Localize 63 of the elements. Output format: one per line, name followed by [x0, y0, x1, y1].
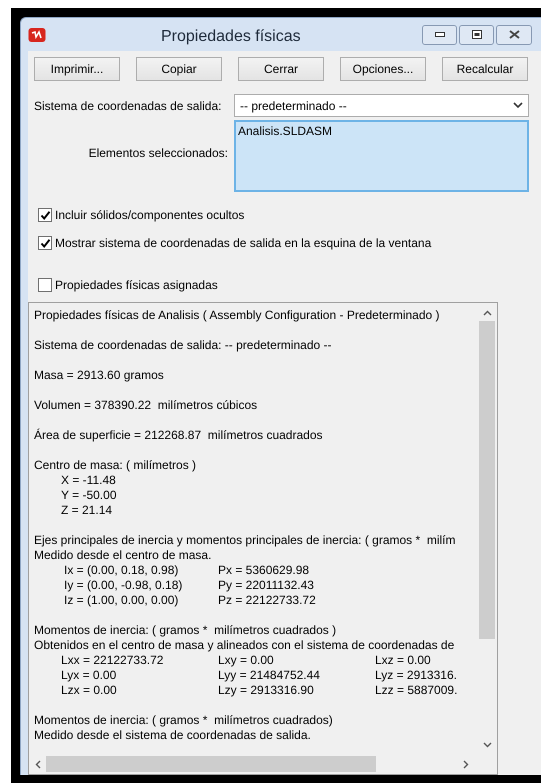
chevron-down-icon: [482, 742, 492, 748]
result-line: Masa = 2913.60 gramos: [34, 368, 165, 383]
checkmark-icon: [40, 238, 50, 248]
result-value: Z = 21.14: [61, 503, 114, 518]
result-value: Px = 5360629.98: [218, 563, 310, 578]
result-line: Momentos de inercia: ( gramos * milímetros cuadrados): [34, 713, 334, 728]
result-value: Lyx = 0.00: [61, 668, 118, 683]
result-value: Lzz = 5887009.: [375, 683, 458, 698]
result-value: Iy = (0.00, -0.98, 0.18): [64, 578, 184, 593]
scrollbar-thumb[interactable]: [46, 756, 376, 772]
field-label: Sistema de coordenadas de salida:: [34, 98, 222, 114]
result-value: Lyz = 2913316.: [375, 668, 458, 683]
result-value: Y = -50.00: [61, 488, 118, 503]
dialog-button[interactable]: Cerrar: [238, 57, 324, 81]
result-value: Lyy = 21484752.44: [218, 668, 321, 683]
result-line: Momentos de inercia: ( gramos * milímetros cuadrados ): [34, 623, 338, 638]
checkbox-label[interactable]: Incluir sólidos/componentes ocultos: [55, 206, 244, 224]
dialog-button[interactable]: Imprimir...: [34, 57, 120, 81]
restore-icon: [472, 30, 482, 39]
selected-items-list[interactable]: Analisis.SLDASM: [234, 120, 529, 192]
checkbox-label[interactable]: Propiedades físicas asignadas: [55, 276, 218, 294]
checkbox-label[interactable]: Mostrar sistema de coordenadas de salida en la esquina de la ventana: [55, 234, 432, 252]
result-line: Medido desde el sistema de coordenadas de salida.: [34, 728, 312, 743]
result-value: Py = 22011132.43: [218, 578, 314, 593]
result-line: Centro de masa: ( milímetros ): [34, 458, 198, 473]
scrollbar-thumb[interactable]: [479, 321, 495, 639]
result-value: X = -11.48: [61, 473, 117, 488]
result-value: Ix = (0.00, 0.18, 0.98): [64, 563, 180, 578]
result-line: Propiedades físicas de Analisis ( Assembly Configuration - Predeterminado ): [34, 308, 441, 323]
result-line: Área de superficie = 212268.87 milímetros cuadrados: [34, 428, 324, 443]
minimize-icon: [434, 32, 444, 37]
chevron-right-icon: [463, 760, 469, 768]
coordinate-system-dropdown[interactable]: -- predeterminado --: [234, 94, 529, 117]
checkbox[interactable]: [38, 236, 52, 250]
result-value: Pz = 22122733.72: [218, 593, 316, 608]
result-line: Obtenidos en el centro de masa y alineados con el sistema de coordenadas de: [34, 638, 456, 653]
result-line: Sistema de coordenadas de salida: -- predeterminado --: [34, 338, 332, 353]
chevron-left-icon: [35, 760, 41, 768]
chevron-up-icon: [482, 310, 492, 316]
field-label: Elementos seleccionados:: [88, 145, 229, 162]
restore-button[interactable]: [459, 24, 494, 44]
dialog-button[interactable]: Opciones...: [340, 57, 426, 81]
result-value: Lxy = 0.00: [218, 653, 275, 668]
result-line: Ejes principales de inercia y momentos principales de inercia: ( gramos * milím: [34, 533, 456, 548]
dialog-button[interactable]: Copiar: [136, 57, 222, 81]
minimize-button[interactable]: [422, 24, 457, 44]
app-logo-icon: [28, 26, 46, 42]
list-item[interactable]: Analisis.SLDASM: [238, 122, 525, 140]
result-line: Medido desde el centro de masa.: [34, 548, 212, 563]
close-icon: [508, 30, 520, 39]
close-button[interactable]: [496, 24, 532, 44]
result-line: Volumen = 378390.22 milímetros cúbicos: [34, 398, 258, 413]
result-value: Lxz = 0.00: [375, 653, 432, 668]
dialog-button[interactable]: Recalcular: [442, 57, 528, 81]
result-value: Iz = (1.00, 0.00, 0.00): [64, 593, 180, 608]
window-title: Propiedades físicas: [161, 27, 301, 47]
checkmark-icon: [40, 210, 50, 220]
checkbox[interactable]: [38, 278, 52, 292]
checkbox[interactable]: [38, 208, 52, 222]
result-value: Lxx = 22122733.72: [61, 653, 164, 668]
result-value: Lzy = 2913316.90: [218, 683, 315, 698]
chevron-down-icon: [513, 102, 523, 109]
result-value: Lzx = 0.00: [61, 683, 118, 698]
